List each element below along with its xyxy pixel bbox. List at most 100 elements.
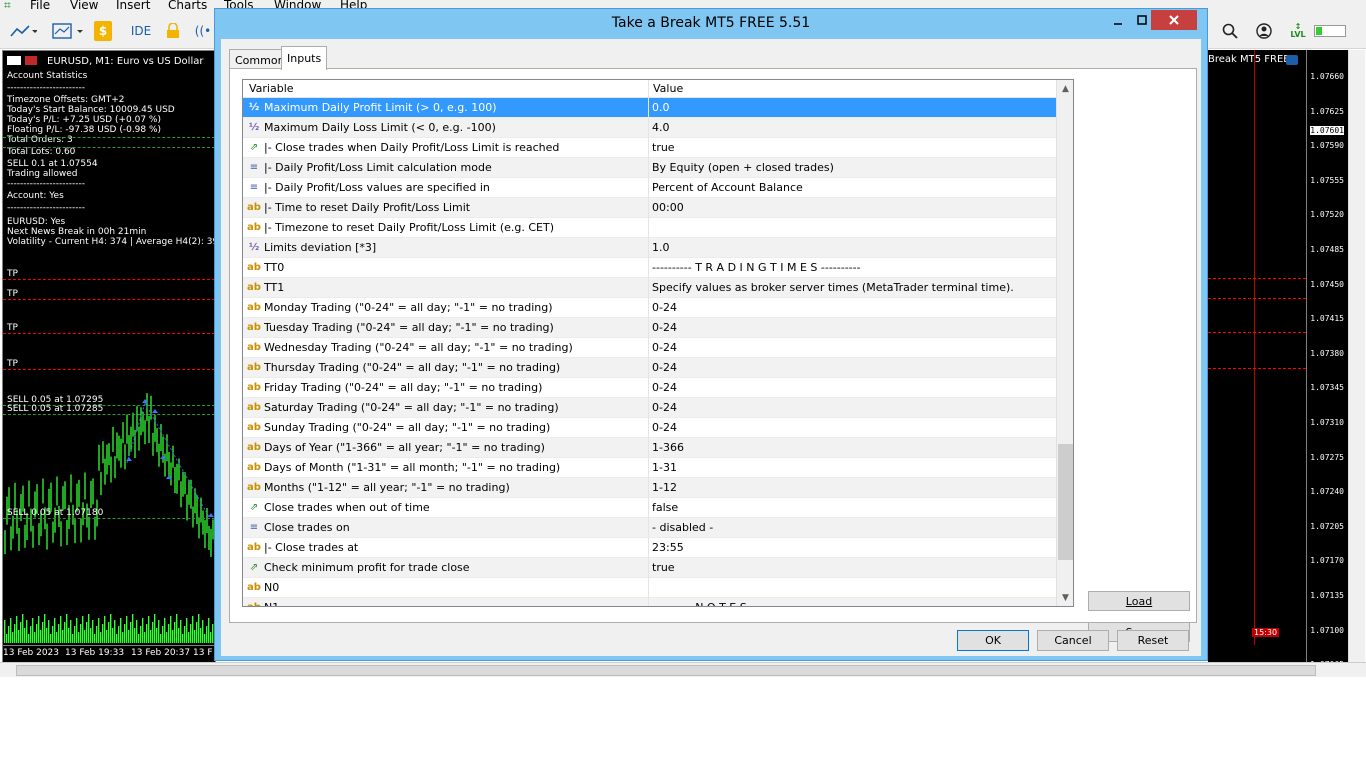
line-chart-icon[interactable]	[6, 21, 40, 41]
table-row[interactable]: ≡ |- Daily Profit/Loss values are specifi…	[243, 178, 1056, 198]
param-value[interactable]: ---------- N O T E S ----------	[652, 601, 1052, 606]
param-value[interactable]: 0-24	[652, 361, 1052, 374]
cell-divider	[648, 418, 649, 438]
progress-icon	[1314, 21, 1346, 41]
param-value[interactable]: 1.0	[652, 241, 1052, 254]
param-value[interactable]: 0-24	[652, 341, 1052, 354]
cell-divider	[648, 558, 649, 578]
price-label: 1.07520	[1310, 210, 1344, 220]
param-value[interactable]: 1-31	[652, 461, 1052, 474]
param-value[interactable]: 23:55	[652, 541, 1052, 554]
table-row[interactable]: ab Sunday Trading ("0-24" = all day; "-1"…	[243, 418, 1056, 438]
param-value[interactable]: true	[652, 141, 1052, 154]
param-value[interactable]: 4.0	[652, 121, 1052, 134]
tab-inputs[interactable]: Inputs	[281, 46, 328, 70]
table-row[interactable]: ⇗ Check minimum profit for trade close tru…	[243, 558, 1056, 578]
terminal-vertical-scrollbar[interactable]	[1348, 50, 1365, 662]
table-row[interactable]: ½ Limits deviation [*3] 1.0	[243, 238, 1056, 258]
grid-scroll-thumb[interactable]	[1058, 444, 1073, 560]
volume-bar	[154, 614, 156, 643]
signal-icon[interactable]: ((•	[194, 21, 212, 41]
volume-bar	[166, 632, 168, 643]
param-name: Days of Month ("1-31" = all month; "-1" …	[264, 461, 561, 474]
menu-view[interactable]: View	[70, 0, 98, 12]
column-header-value[interactable]: Value	[653, 82, 683, 95]
scroll-down-icon[interactable]: ▼	[1057, 589, 1073, 606]
table-row[interactable]: ab Monday Trading ("0-24" = all day; "-1"…	[243, 298, 1056, 318]
param-value[interactable]: - disabled -	[652, 521, 1052, 534]
cancel-button[interactable]: Cancel	[1037, 630, 1109, 651]
param-value[interactable]: 0-24	[652, 301, 1052, 314]
volume-bar	[146, 624, 148, 643]
param-value[interactable]: 0-24	[652, 401, 1052, 414]
param-value[interactable]: Specify values as broker server times (M…	[652, 281, 1052, 294]
table-row[interactable]: ab Thursday Trading ("0-24" = all day; "-…	[243, 358, 1056, 378]
table-row[interactable]: ab TT1 Specify values as broker server tim…	[243, 278, 1056, 298]
menu-insert[interactable]: Insert	[116, 0, 150, 12]
param-value[interactable]: 0-24	[652, 321, 1052, 334]
param-value[interactable]: 1-12	[652, 481, 1052, 494]
table-row[interactable]: ⇗ Close trades when out of time false	[243, 498, 1056, 518]
grid-scrollbar[interactable]: ▲ ▼	[1056, 80, 1073, 606]
param-value[interactable]: ---------- T R A D I N G T I M E S -----…	[652, 261, 1052, 274]
volume-bar	[98, 618, 100, 643]
table-row[interactable]: ½ Maximum Daily Loss Limit (< 0, e.g. -10…	[243, 118, 1056, 138]
menu-file[interactable]: File	[30, 0, 50, 12]
param-value[interactable]: 0-24	[652, 421, 1052, 434]
chart-window[interactable]: EURUSD, M1: Euro vs US Dollar Account St…	[2, 50, 216, 664]
param-type-ab-icon: ab	[247, 382, 261, 393]
table-row[interactable]: ab Wednesday Trading ("0-24" = all day; "…	[243, 338, 1056, 358]
table-row[interactable]: ab TT0 ---------- T R A D I N G T I M E S …	[243, 258, 1056, 278]
param-value[interactable]: Percent of Account Balance	[652, 181, 1052, 194]
minimize-button[interactable]	[1103, 10, 1133, 30]
table-row[interactable]: abN1 ---------- N O T E S ----------	[243, 598, 1056, 606]
account-icon[interactable]	[1254, 21, 1274, 41]
table-row[interactable]: ≡ Close trades on - disabled -	[243, 518, 1056, 538]
column-divider[interactable]	[648, 80, 649, 97]
table-row[interactable]: ½ Maximum Daily Profit Limit (> 0, e.g. 1…	[243, 98, 1056, 118]
param-value[interactable]: 0-24	[652, 381, 1052, 394]
dialog-title-bar[interactable]: Take a Break MT5 FREE 5.51	[215, 9, 1207, 39]
column-header-variable[interactable]: Variable	[249, 82, 294, 95]
table-row[interactable]: ab |- Close trades at 23:55	[243, 538, 1056, 558]
param-value[interactable]: 00:00	[652, 201, 1052, 214]
table-row[interactable]: ab |- Time to reset Daily Profit/Loss Lim…	[243, 198, 1056, 218]
templates-icon[interactable]	[50, 21, 86, 41]
load-button[interactable]: Load	[1088, 591, 1190, 611]
param-type-half-icon: ½	[248, 102, 260, 113]
table-row[interactable]: ab Days of Year ("1-366" = all year; "-1"…	[243, 438, 1056, 458]
close-button[interactable]	[1151, 10, 1197, 30]
param-name: |- Daily Profit/Loss Limit calculation m…	[264, 161, 492, 174]
param-value[interactable]: By Equity (open + closed trades)	[652, 161, 1052, 174]
maximize-button[interactable]	[1133, 10, 1151, 30]
param-value[interactable]: 1-366	[652, 441, 1052, 454]
menu-charts[interactable]: Charts	[168, 0, 207, 12]
table-row[interactable]: ab Months ("1-12" = all year; "-1" = no t…	[243, 478, 1056, 498]
inputs-grid[interactable]: Variable Value ½ Maximum Daily Profit Lim…	[242, 79, 1074, 607]
table-row[interactable]: ab Saturday Trading ("0-24" = all day; "-…	[243, 398, 1056, 418]
table-row[interactable]: ab Days of Month ("1-31" = all month; "-1…	[243, 458, 1056, 478]
param-type-bool-icon: ⇗	[249, 562, 259, 573]
reset-button[interactable]: Reset	[1117, 630, 1189, 651]
scroll-thumb[interactable]	[16, 665, 1316, 676]
table-row[interactable]: ab |- Timezone to reset Daily Profit/Loss…	[243, 218, 1056, 238]
terminal-horizontal-scrollbar[interactable]	[0, 662, 1366, 677]
table-row[interactable]: ⇗ |- Close trades when Daily Profit/Loss …	[243, 138, 1056, 158]
table-row[interactable]: ab Friday Trading ("0-24" = all day; "-1"…	[243, 378, 1056, 398]
ide-button[interactable]: IDE	[128, 21, 154, 41]
search-icon[interactable]	[1220, 21, 1240, 41]
table-row[interactable]: ab N0	[243, 578, 1056, 598]
scroll-up-icon[interactable]: ▲	[1057, 80, 1073, 97]
market-icon[interactable]: $	[94, 21, 112, 41]
lvl-icon[interactable]: ↕ LVL	[1288, 21, 1308, 41]
param-value[interactable]: 0.0	[652, 101, 1052, 114]
volume-bar	[114, 620, 116, 643]
ok-button[interactable]: OK	[957, 630, 1029, 651]
param-value[interactable]: false	[652, 501, 1052, 514]
table-row[interactable]: ≡ |- Daily Profit/Loss Limit calculation …	[243, 158, 1056, 178]
lock-icon[interactable]	[164, 21, 182, 41]
chart-window-right[interactable]: Break MT5 FREE 1.07660 1.07625 1.07601 1.07…	[1208, 50, 1348, 662]
param-value[interactable]: true	[652, 561, 1052, 574]
table-row[interactable]: ab Tuesday Trading ("0-24" = all day; "-1…	[243, 318, 1056, 338]
param-type-ab-icon: ab	[247, 202, 261, 213]
